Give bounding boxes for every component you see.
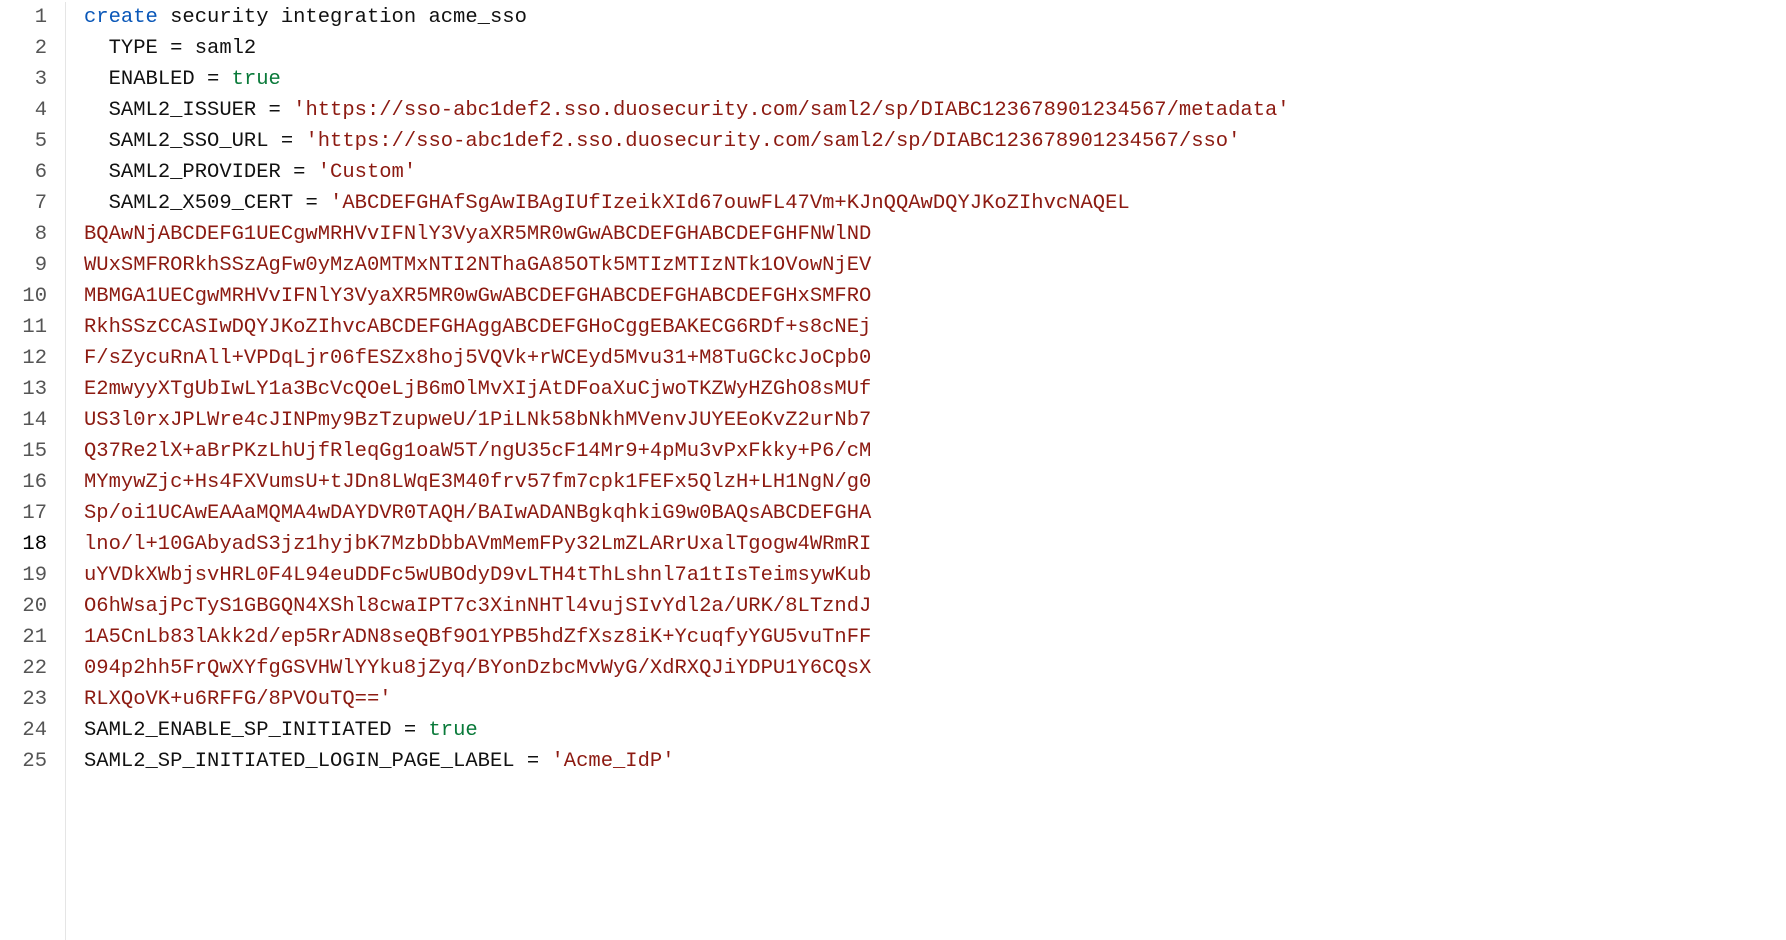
- code-line[interactable]: MBMGA1UECgwMRHVvIFNlY3VyaXR5MR0wGwABCDEF…: [84, 281, 1778, 312]
- code-token: 1A5CnLb83lAkk2d/ep5RrADN8seQBf9O1YPB5hdZ…: [84, 626, 871, 649]
- code-token: MYmywZjc+Hs4FXVumsU+tJDn8LWqE3M40frv57fm…: [84, 471, 871, 494]
- code-token: SAML2_ISSUER =: [109, 99, 294, 122]
- code-token: 094p2hh5FrQwXYfgGSVHWlYYku8jZyq/BYonDzbc…: [84, 657, 871, 680]
- code-token: ENABLED =: [109, 68, 232, 91]
- code-line[interactable]: uYVDkXWbjsvHRL0F4L94euDDFc5wUBOdyD9vLTH4…: [84, 560, 1778, 591]
- line-number: 14: [0, 405, 47, 436]
- code-editor[interactable]: 1234567891011121314151617181920212223242…: [0, 0, 1786, 940]
- line-number: 19: [0, 560, 47, 591]
- code-token: Q37Re2lX+aBrPKzLhUjfRleqGg1oaW5T/ngU35cF…: [84, 440, 871, 463]
- code-token: RkhSSzCCASIwDQYJKoZIhvcABCDEFGHAggABCDEF…: [84, 316, 871, 339]
- line-number: 6: [0, 157, 47, 188]
- code-line[interactable]: BQAwNjABCDEFG1UECgwMRHVvIFNlY3VyaXR5MR0w…: [84, 219, 1778, 250]
- line-number: 24: [0, 715, 47, 746]
- code-token: 'https://sso-abc1def2.sso.duosecurity.co…: [305, 130, 1240, 153]
- code-token: 'Custom': [318, 161, 416, 184]
- code-token: create: [84, 6, 158, 29]
- code-token: SAML2_ENABLE_SP_INITIATED =: [84, 719, 428, 742]
- line-number: 15: [0, 436, 47, 467]
- code-line[interactable]: SAML2_ENABLE_SP_INITIATED = true: [84, 715, 1778, 746]
- code-token: US3l0rxJPLWre4cJINPmy9BzTzupweU/1PiLNk58…: [84, 409, 871, 432]
- code-line[interactable]: Q37Re2lX+aBrPKzLhUjfRleqGg1oaW5T/ngU35cF…: [84, 436, 1778, 467]
- code-line[interactable]: SAML2_ISSUER = 'https://sso-abc1def2.sso…: [84, 95, 1778, 126]
- code-token: WUxSMFRORkhSSzAgFw0yMzA0MTMxNTI2NThaGA85…: [84, 254, 871, 277]
- code-line[interactable]: WUxSMFRORkhSSzAgFw0yMzA0MTMxNTI2NThaGA85…: [84, 250, 1778, 281]
- code-token: 'https://sso-abc1def2.sso.duosecurity.co…: [293, 99, 1289, 122]
- code-token: MBMGA1UECgwMRHVvIFNlY3VyaXR5MR0wGwABCDEF…: [84, 285, 871, 308]
- line-number: 23: [0, 684, 47, 715]
- line-number: 21: [0, 622, 47, 653]
- line-number: 1: [0, 2, 47, 33]
- code-token: security integration acme_sso: [158, 6, 527, 29]
- line-number: 25: [0, 746, 47, 777]
- line-number: 3: [0, 64, 47, 95]
- line-number: 16: [0, 467, 47, 498]
- line-number: 5: [0, 126, 47, 157]
- code-line[interactable]: SAML2_SSO_URL = 'https://sso-abc1def2.ss…: [84, 126, 1778, 157]
- code-token: SAML2_X509_CERT =: [109, 192, 330, 215]
- line-number: 13: [0, 374, 47, 405]
- code-line[interactable]: O6hWsajPcTyS1GBGQN4XShl8cwaIPT7c3XinNHTl…: [84, 591, 1778, 622]
- code-line[interactable]: Sp/oi1UCAwEAAaMQMA4wDAYDVR0TAQH/BAIwADAN…: [84, 498, 1778, 529]
- code-token: RLXQoVK+u6RFFG/8PVOuTQ==': [84, 688, 392, 711]
- code-line[interactable]: F/sZycuRnAll+VPDqLjr06fESZx8hoj5VQVk+rWC…: [84, 343, 1778, 374]
- code-token: SAML2_PROVIDER =: [109, 161, 318, 184]
- code-line[interactable]: 094p2hh5FrQwXYfgGSVHWlYYku8jZyq/BYonDzbc…: [84, 653, 1778, 684]
- code-line[interactable]: MYmywZjc+Hs4FXVumsU+tJDn8LWqE3M40frv57fm…: [84, 467, 1778, 498]
- code-token: BQAwNjABCDEFG1UECgwMRHVvIFNlY3VyaXR5MR0w…: [84, 223, 871, 246]
- line-number: 9: [0, 250, 47, 281]
- code-line[interactable]: RLXQoVK+u6RFFG/8PVOuTQ==': [84, 684, 1778, 715]
- code-line[interactable]: SAML2_X509_CERT = 'ABCDEFGHAfSgAwIBAgIUf…: [84, 188, 1778, 219]
- code-line[interactable]: lno/l+10GAbyadS3jz1hyjbK7MzbDbbAVmMemFPy…: [84, 529, 1778, 560]
- code-token: true: [232, 68, 281, 91]
- code-line[interactable]: TYPE = saml2: [84, 33, 1778, 64]
- code-token: true: [428, 719, 477, 742]
- line-number: 22: [0, 653, 47, 684]
- code-token: uYVDkXWbjsvHRL0F4L94euDDFc5wUBOdyD9vLTH4…: [84, 564, 871, 587]
- code-token: TYPE = saml2: [109, 37, 257, 60]
- code-token: 'Acme_IdP': [551, 750, 674, 773]
- code-line[interactable]: RkhSSzCCASIwDQYJKoZIhvcABCDEFGHAggABCDEF…: [84, 312, 1778, 343]
- code-line[interactable]: ENABLED = true: [84, 64, 1778, 95]
- line-number: 12: [0, 343, 47, 374]
- code-token: E2mwyyXTgUbIwLY1a3BcVcQOeLjB6mOlMvXIjAtD…: [84, 378, 871, 401]
- code-token: 'ABCDEFGHAfSgAwIBAgIUfIzeikXId67ouwFL47V…: [330, 192, 1130, 215]
- line-number: 20: [0, 591, 47, 622]
- line-number: 18: [0, 529, 47, 560]
- code-token: Sp/oi1UCAwEAAaMQMA4wDAYDVR0TAQH/BAIwADAN…: [84, 502, 871, 525]
- line-number: 4: [0, 95, 47, 126]
- line-number: 2: [0, 33, 47, 64]
- line-number: 11: [0, 312, 47, 343]
- code-token: SAML2_SSO_URL =: [109, 130, 306, 153]
- code-token: lno/l+10GAbyadS3jz1hyjbK7MzbDbbAVmMemFPy…: [84, 533, 871, 556]
- code-line[interactable]: SAML2_SP_INITIATED_LOGIN_PAGE_LABEL = 'A…: [84, 746, 1778, 777]
- line-number: 17: [0, 498, 47, 529]
- code-content[interactable]: create security integration acme_sso TYP…: [66, 2, 1786, 940]
- code-token: SAML2_SP_INITIATED_LOGIN_PAGE_LABEL =: [84, 750, 551, 773]
- code-line[interactable]: SAML2_PROVIDER = 'Custom': [84, 157, 1778, 188]
- line-number: 10: [0, 281, 47, 312]
- code-token: O6hWsajPcTyS1GBGQN4XShl8cwaIPT7c3XinNHTl…: [84, 595, 871, 618]
- code-line[interactable]: US3l0rxJPLWre4cJINPmy9BzTzupweU/1PiLNk58…: [84, 405, 1778, 436]
- line-number: 7: [0, 188, 47, 219]
- line-number-gutter: 1234567891011121314151617181920212223242…: [0, 2, 66, 940]
- code-line[interactable]: create security integration acme_sso: [84, 2, 1778, 33]
- code-line[interactable]: 1A5CnLb83lAkk2d/ep5RrADN8seQBf9O1YPB5hdZ…: [84, 622, 1778, 653]
- line-number: 8: [0, 219, 47, 250]
- code-line[interactable]: E2mwyyXTgUbIwLY1a3BcVcQOeLjB6mOlMvXIjAtD…: [84, 374, 1778, 405]
- code-token: F/sZycuRnAll+VPDqLjr06fESZx8hoj5VQVk+rWC…: [84, 347, 871, 370]
